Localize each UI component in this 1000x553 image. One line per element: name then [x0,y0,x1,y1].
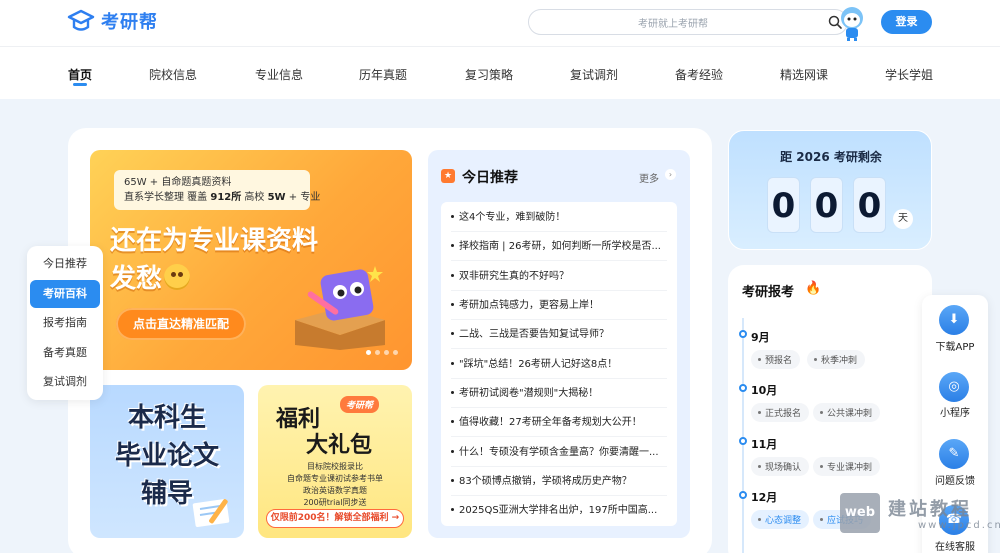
timeline-line [742,318,744,553]
timeline-dot [739,491,747,499]
side-item-today[interactable]: 今日推荐 [30,250,100,278]
mini-program-icon[interactable]: ◎ [939,372,969,402]
nav-item-majors[interactable]: 专业信息 [255,66,303,83]
search-input[interactable]: 考研就上考研帮 [528,9,848,35]
gift-title: 福利 大礼包 [276,407,373,458]
schedule-tag[interactable]: 秋季冲刺 [807,350,866,369]
chevron-right-icon[interactable]: › [665,169,676,180]
timeline-dot [739,384,747,392]
gift-benefit: 目标院校报录比 [307,462,363,471]
schedule-title: 考研报考 [742,285,795,300]
banner-cta-button[interactable]: 点击直达精准匹配 [116,308,246,340]
login-button[interactable]: 登录 [881,10,932,34]
nav-item-home[interactable]: 首页 [68,66,92,83]
side-category-menu: 今日推荐 考研百科 报考指南 备考真题 复试调剂 [27,246,103,400]
fire-icon: 🔥 [805,281,822,296]
side-item-exams[interactable]: 备考真题 [30,339,100,367]
today-more-link[interactable]: 更多 [639,170,659,185]
countdown-title: 距 2026 考研剩余 [780,150,882,164]
feedback-label[interactable]: 问题反馈 [922,472,988,487]
gift-unlock-button[interactable]: 仅限前200名！解锁全部福利 → [266,509,404,528]
star-badge-icon: ★ [441,169,455,183]
article-link[interactable]: 择校指南 | 26考研，如何判断一所学校是否... [451,232,667,261]
schedule-month: 10月 [751,384,778,397]
timeline-dot [739,437,747,445]
article-link[interactable]: 考研加点钝感力，更容易上岸！ [451,291,667,320]
gift-benefit-list: 目标院校报录比 自命题专业课初试参考书单 政治英语数学真题 200研trial同… [258,461,412,509]
nav-active-indicator [73,83,87,86]
nav-item-schools[interactable]: 院校信息 [149,66,197,83]
feedback-icon[interactable]: ✎ [939,439,969,469]
carousel-dot[interactable] [375,350,380,355]
schedule-tag[interactable]: 现场确认 [751,457,810,476]
schedule-month: 9月 [751,331,770,344]
article-link[interactable]: 二战、三战是否要告知复试导师？ [451,320,667,349]
nav-item-strategy[interactable]: 复习策略 [465,66,513,83]
banner-tag-line-1: 65W + 自命题真题资料 [124,177,232,188]
carousel-dot[interactable] [393,350,398,355]
article-link[interactable]: 2025QS亚洲大学排名出炉，197所中国高... [451,496,667,525]
nav-item-experience[interactable]: 备考经验 [675,66,723,83]
hero-banner[interactable]: 65W + 自命题真题资料 直系学长整理 覆盖 912所 高校 5W + 专业 … [90,150,412,370]
customer-service-label[interactable]: 在线客服 [922,538,988,553]
gift-pack-card[interactable]: 考研帮 福利 大礼包 目标院校报录比 自命题专业课初试参考书单 政治英语数学真题… [258,385,412,538]
gift-benefit: 自命题专业课初试参考书单 [287,474,383,483]
mini-program-label[interactable]: 小程序 [922,404,988,419]
watermark-logo: web [840,493,880,533]
side-item-guide[interactable]: 报考指南 [30,309,100,337]
schedule-month: 12月 [751,491,778,504]
article-link[interactable]: 这4个专业，难到破防！ [451,203,667,232]
article-link[interactable]: 83个硕博点撤销，学硕将成历史产物？ [451,467,667,496]
schedule-month: 11月 [751,438,778,451]
search-placeholder: 考研就上考研帮 [638,19,708,30]
graduation-cap-icon [67,9,95,31]
nav-item-seniors[interactable]: 学长学姐 [885,66,933,83]
main-nav: 首页 院校信息 专业信息 历年真题 复习策略 复试调剂 备考经验 精选网课 学长… [0,47,1000,99]
paper-pen-icon [192,499,230,527]
mascot-icon [841,7,863,41]
logo-text: 考研帮 [101,12,158,33]
watermark-url: www.jpcd.cn [918,520,1000,531]
gift-benefit: 政治英语数学真题 [303,486,367,495]
carousel-dot[interactable] [384,350,389,355]
gift-benefit: 200研trial同步送 [303,498,367,507]
carousel-dots[interactable] [366,350,398,355]
article-link[interactable]: 什么！专硕没有学硕含金量高？你要清醒一... [451,438,667,467]
article-link[interactable]: 双非研究生真的不好吗？ [451,262,667,291]
countdown-digit: 0 [767,177,800,233]
countdown-digit: 0 [853,177,886,233]
banner-tag: 65W + 自命题真题资料 直系学长整理 覆盖 912所 高校 5W + 专业 [114,170,321,210]
article-link[interactable]: "踩坑"总结！26考研人记好这8点！ [451,350,667,379]
timeline-dot [739,330,747,338]
banner-tag-line-2: 直系学长整理 覆盖 912所 高校 5W + 专业 [124,192,321,203]
schedule-tag[interactable]: 专业课冲刺 [813,457,881,476]
article-link[interactable]: 值得收藏！27考研全年备考规划大公开！ [451,408,667,437]
carousel-dot[interactable] [366,350,371,355]
side-item-wiki[interactable]: 考研百科 [30,280,100,308]
thesis-tutoring-card[interactable]: 本科生 毕业论文 辅导 [90,385,244,538]
schedule-tag[interactable]: 公共课冲刺 [813,403,881,422]
logo[interactable]: 考研帮 [67,8,158,34]
nav-item-courses[interactable]: 精选网课 [780,66,828,83]
schedule-tag[interactable]: 正式报名 [751,403,810,422]
article-link[interactable]: 考研初试阅卷"潜规则"大揭秘！ [451,379,667,408]
today-article-list: 这4个专业，难到破防！ 择校指南 | 26考研，如何判断一所学校是否... 双非… [441,202,677,526]
nav-item-retest[interactable]: 复试调剂 [570,66,618,83]
schedule-tag[interactable]: 心态调整 [751,510,810,529]
countdown-digit: 0 [810,177,843,233]
nav-item-past-exams[interactable]: 历年真题 [359,66,407,83]
schedule-tag[interactable]: 预报名 [751,350,801,369]
download-app-label[interactable]: 下载APP [922,338,988,353]
download-app-icon[interactable]: ⬇ [939,305,969,335]
top-bar: 考研帮 考研就上考研帮 登录 [0,0,1000,47]
watermark-text: 建站教程 [888,499,972,520]
box-mascot-icon [295,266,385,350]
worried-face-icon [164,264,191,290]
today-title: 今日推荐 [462,170,518,186]
side-item-retest[interactable]: 复试调剂 [30,368,100,396]
countdown-unit: 天 [893,209,913,229]
